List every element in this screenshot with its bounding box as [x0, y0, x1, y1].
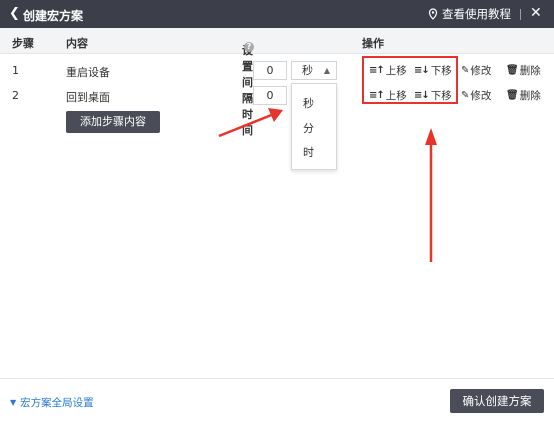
unit-dropdown-menu: 秒 分 时	[291, 83, 337, 170]
header-content: 内容	[66, 37, 88, 50]
unit-option-hours[interactable]: 时	[303, 144, 314, 160]
step-number: 2	[12, 89, 19, 102]
add-step-button[interactable]: 添加步骤内容	[66, 111, 160, 133]
edit-icon: ✎	[461, 90, 469, 101]
table-row: 2 回到桌面 0 ≡↑ 上移 ≡↓ 下移 ✎ 修改 🗑 删除	[0, 84, 554, 108]
help-label: 查看使用教程	[442, 7, 511, 21]
step-content: 回到桌面	[66, 91, 110, 104]
caret-up-icon: ▲	[323, 66, 330, 75]
arrow-to-move-buttons	[425, 128, 437, 262]
confirm-create-button[interactable]: 确认创建方案	[450, 389, 544, 413]
interval-unit-select[interactable]: 秒 ▲	[291, 61, 337, 80]
question-icon[interactable]: ?	[244, 42, 254, 52]
table-header: 步骤 内容 设置间隔时间? 操作	[0, 28, 554, 137]
trash-icon: 🗑	[506, 90, 519, 101]
footer: ▼ 宏方案全局设置 确认创建方案	[0, 378, 554, 423]
highlight-box	[362, 56, 458, 104]
edit-icon: ✎	[461, 65, 469, 76]
header-actions: 操作	[362, 37, 384, 50]
global-settings-link[interactable]: ▼ 宏方案全局设置	[10, 395, 94, 410]
step-content: 重启设备	[66, 66, 110, 79]
delete-label: 删除	[519, 65, 541, 77]
caret-down-icon: ▼	[10, 398, 17, 407]
interval-value-input[interactable]: 0	[253, 86, 287, 105]
chevron-left-icon[interactable]: ❮	[9, 6, 20, 21]
delete-button[interactable]: 🗑 删除	[506, 63, 541, 78]
window-title: 创建宏方案	[23, 9, 84, 23]
help-link[interactable]: 查看使用教程	[428, 6, 511, 22]
edit-button[interactable]: ✎ 修改	[461, 63, 491, 78]
edit-label: 修改	[470, 65, 492, 77]
step-number: 1	[12, 64, 19, 77]
title-divider	[520, 9, 521, 20]
close-icon[interactable]: ✕	[530, 5, 542, 21]
interval-unit-value: 秒	[302, 64, 313, 77]
global-settings-label: 宏方案全局设置	[20, 397, 94, 409]
delete-label: 删除	[519, 90, 541, 102]
delete-button[interactable]: 🗑 删除	[506, 88, 541, 103]
edit-label: 修改	[470, 90, 492, 102]
unit-option-minutes[interactable]: 分	[303, 120, 314, 136]
trash-icon: 🗑	[506, 65, 519, 76]
location-pin-icon	[428, 8, 438, 20]
header-step: 步骤	[12, 37, 34, 50]
title-bar: ❮ 创建宏方案 查看使用教程 ✕	[0, 0, 554, 28]
edit-button[interactable]: ✎ 修改	[461, 88, 491, 103]
unit-option-seconds[interactable]: 秒	[303, 95, 314, 111]
interval-value-input[interactable]: 0	[253, 61, 287, 80]
table-row: 1 重启设备 0 秒 ▲ ≡↑ 上移 ≡↓ 下移 ✎ 修改 🗑 删除	[0, 59, 554, 83]
